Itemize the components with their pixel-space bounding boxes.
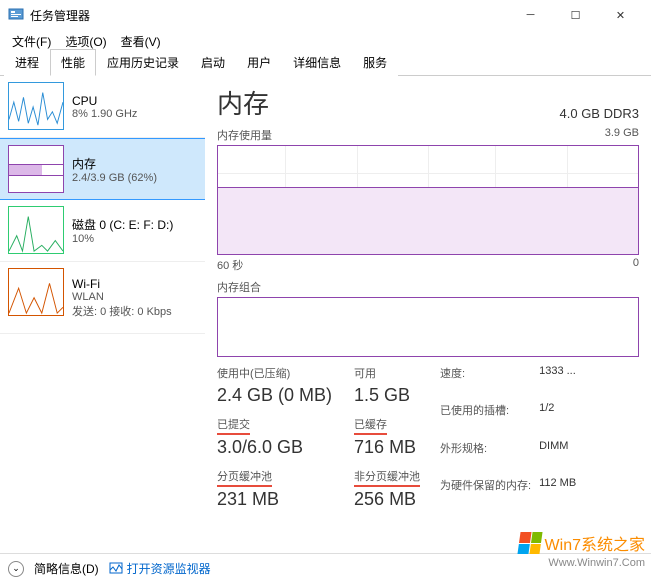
tab-details[interactable]: 详细信息	[282, 49, 352, 76]
stat-available: 可用 1.5 GB	[354, 365, 420, 406]
open-resource-monitor-link[interactable]: 打开资源监视器	[109, 560, 211, 577]
memory-title: 内存	[72, 155, 157, 172]
form-label: 外形规格:	[440, 440, 531, 473]
disk-sub: 10%	[72, 233, 173, 245]
stat-nonpaged: 非分页缓冲池 256 MB	[354, 468, 420, 510]
tabbar: 进程 性能 应用历史记录 启动 用户 详细信息 服务	[0, 52, 651, 76]
axis-left: 60 秒	[217, 257, 243, 273]
window-title: 任务管理器	[30, 7, 508, 24]
memory-thumb-icon	[8, 145, 64, 193]
slots-label: 已使用的插槽:	[440, 402, 531, 435]
close-button[interactable]: ✕	[598, 1, 643, 29]
wifi-thumb-icon	[8, 268, 64, 316]
wifi-title: Wi-Fi	[72, 277, 172, 291]
graph-usage-max: 3.9 GB	[605, 127, 639, 143]
resource-monitor-icon	[109, 562, 123, 576]
memory-composition-graph	[217, 297, 639, 357]
stat-paged: 分页缓冲池 231 MB	[217, 468, 332, 510]
tab-performance[interactable]: 性能	[50, 49, 96, 76]
sidebar-item-cpu[interactable]: CPU 8% 1.90 GHz	[0, 76, 205, 138]
reserved-label: 为硬件保留的内存:	[440, 477, 531, 510]
stat-used: 使用中(已压缩) 2.4 GB (0 MB)	[217, 365, 332, 406]
tab-processes[interactable]: 进程	[4, 49, 50, 76]
speed-label: 速度:	[440, 365, 531, 398]
stat-committed: 已提交 3.0/6.0 GB	[217, 416, 332, 458]
speed-value: 1333 ...	[539, 365, 576, 398]
tab-history[interactable]: 应用历史记录	[96, 49, 190, 76]
graph-usage-label: 内存使用量	[217, 127, 272, 143]
titlebar: 任务管理器 ─ ☐ ✕	[0, 0, 651, 30]
wifi-sub2: 发送: 0 接收: 0 Kbps	[72, 303, 172, 319]
app-icon	[8, 7, 24, 23]
graph-composition-label: 内存组合	[217, 279, 261, 295]
sidebar-item-disk[interactable]: 磁盘 0 (C: E: F: D:) 10%	[0, 200, 205, 262]
disk-title: 磁盘 0 (C: E: F: D:)	[72, 216, 173, 233]
memory-usage-graph	[217, 145, 639, 255]
cpu-thumb-icon	[8, 82, 64, 130]
memory-capacity: 4.0 GB DDR3	[560, 106, 639, 121]
sidebar-item-wifi[interactable]: Wi-Fi WLAN 发送: 0 接收: 0 Kbps	[0, 262, 205, 334]
collapse-icon[interactable]: ⌄	[8, 561, 24, 577]
axis-right: 0	[633, 257, 639, 273]
footer: ⌄ 简略信息(D) 打开资源监视器	[0, 553, 651, 583]
memory-details: 速度:1333 ... 已使用的插槽:1/2 外形规格:DIMM 为硬件保留的内…	[440, 365, 576, 510]
tab-startup[interactable]: 启动	[190, 49, 236, 76]
maximize-button[interactable]: ☐	[553, 1, 598, 29]
minimize-button[interactable]: ─	[508, 1, 553, 29]
form-value: DIMM	[539, 440, 576, 473]
brief-info-button[interactable]: 简略信息(D)	[34, 560, 99, 577]
sidebar-item-memory[interactable]: 内存 2.4/3.9 GB (62%)	[0, 138, 205, 200]
reserved-value: 112 MB	[539, 477, 576, 510]
wifi-sub1: WLAN	[72, 291, 172, 303]
slots-value: 1/2	[539, 402, 576, 435]
tab-users[interactable]: 用户	[236, 49, 282, 76]
stat-cached: 已缓存 716 MB	[354, 416, 420, 458]
cpu-title: CPU	[72, 94, 137, 108]
memory-sub: 2.4/3.9 GB (62%)	[72, 172, 157, 184]
tab-services[interactable]: 服务	[352, 49, 398, 76]
sidebar: CPU 8% 1.90 GHz 内存 2.4/3.9 GB (62%) 磁盘 0…	[0, 76, 205, 553]
cpu-sub: 8% 1.90 GHz	[72, 108, 137, 120]
page-title: 内存	[217, 84, 269, 121]
disk-thumb-icon	[8, 206, 64, 254]
main-panel: 内存 4.0 GB DDR3 内存使用量 3.9 GB 60 秒 0 内存组合 …	[205, 76, 651, 553]
